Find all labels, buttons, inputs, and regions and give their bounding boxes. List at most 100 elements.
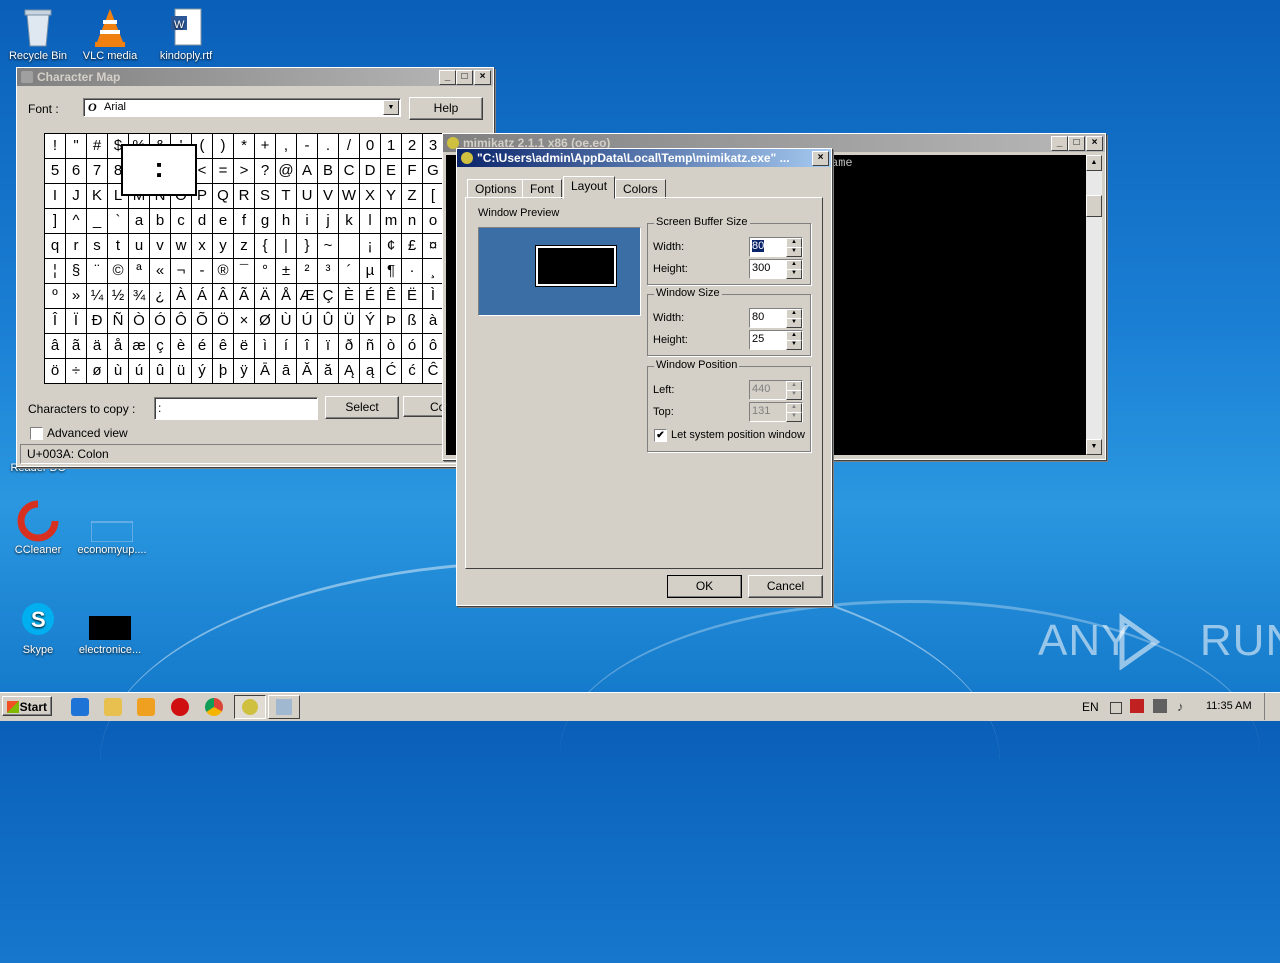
char-cell[interactable]: ÷ — [66, 359, 87, 384]
file-explorer-icon[interactable] — [104, 698, 122, 716]
char-cell[interactable]: v — [150, 234, 171, 259]
volume-icon[interactable]: ♪ — [1177, 699, 1191, 714]
char-cell[interactable]: x — [192, 234, 213, 259]
char-cell[interactable]: ¾ — [129, 284, 150, 309]
char-cell[interactable]: ã — [66, 334, 87, 359]
char-cell[interactable]: ā — [276, 359, 297, 384]
font-dropdown[interactable]: O Arial ▼ — [83, 98, 401, 117]
char-cell[interactable]: © — [108, 259, 129, 284]
cancel-button[interactable]: Cancel — [748, 575, 823, 598]
char-cell[interactable]: | — [276, 234, 297, 259]
char-cell[interactable]: d — [192, 209, 213, 234]
char-cell[interactable]: ¬ — [171, 259, 192, 284]
position-top-spinner[interactable]: 131 ▲ ▼ — [749, 402, 803, 422]
opera-icon[interactable] — [171, 698, 189, 716]
char-cell[interactable]: ć — [402, 359, 423, 384]
char-cell[interactable]: ð — [339, 334, 360, 359]
char-cell[interactable]: l — [360, 209, 381, 234]
char-cell[interactable]: * — [234, 134, 255, 159]
char-cell[interactable]: è — [171, 334, 192, 359]
char-cell[interactable]: í — [276, 334, 297, 359]
char-cell[interactable]: ý — [192, 359, 213, 384]
char-cell[interactable]: w — [171, 234, 192, 259]
char-cell[interactable]: A — [297, 159, 318, 184]
char-cell[interactable]: i — [297, 209, 318, 234]
chrome-icon[interactable] — [205, 698, 223, 716]
char-cell[interactable]: B — [318, 159, 339, 184]
close-button[interactable]: × — [474, 70, 491, 85]
char-cell[interactable]: § — [66, 259, 87, 284]
char-cell[interactable]: º — [45, 284, 66, 309]
spin-down-icon[interactable]: ▼ — [786, 340, 802, 350]
char-cell[interactable]: Ø — [255, 309, 276, 334]
tab-font[interactable]: Font — [522, 179, 563, 199]
char-cell[interactable]: , — [276, 134, 297, 159]
char-cell[interactable]: o — [423, 209, 444, 234]
char-cell[interactable]: K — [87, 184, 108, 209]
desktop-icon-skype[interactable]: S Skype — [0, 600, 76, 656]
char-cell[interactable]: à — [423, 309, 444, 334]
char-cell[interactable]: ï — [318, 334, 339, 359]
char-cell[interactable]: ø — [87, 359, 108, 384]
minimize-button[interactable]: _ — [1051, 136, 1068, 151]
properties-titlebar[interactable]: "C:\Users\admin\AppData\Local\Temp\mimik… — [457, 149, 831, 167]
desktop-icon-recycle-bin[interactable]: Recycle Bin — [0, 6, 76, 62]
char-cell[interactable]: D — [360, 159, 381, 184]
char-cell[interactable]: ¼ — [87, 284, 108, 309]
tray-show-hidden-icon[interactable] — [1110, 702, 1122, 714]
char-cell[interactable]: ă — [318, 359, 339, 384]
char-cell[interactable]: Æ — [297, 284, 318, 309]
char-cell[interactable]: þ — [213, 359, 234, 384]
taskbar-charmap-button[interactable] — [268, 695, 300, 719]
char-cell[interactable]: a — [129, 209, 150, 234]
char-cell[interactable]: Ã — [234, 284, 255, 309]
char-cell[interactable]: Ñ — [108, 309, 129, 334]
char-cell[interactable]: û — [150, 359, 171, 384]
char-cell[interactable]: 2 — [402, 134, 423, 159]
char-cell[interactable]: 0 — [360, 134, 381, 159]
char-cell[interactable]: ì — [255, 334, 276, 359]
char-cell[interactable]: r — [66, 234, 87, 259]
spin-down-icon[interactable]: ▼ — [786, 318, 802, 328]
chevron-down-icon[interactable]: ▼ — [383, 100, 399, 115]
char-cell[interactable]: ö — [45, 359, 66, 384]
char-cell[interactable]: # — [87, 134, 108, 159]
char-cell[interactable]: G — [423, 159, 444, 184]
select-button[interactable]: Select — [325, 396, 399, 419]
close-button[interactable]: × — [812, 151, 829, 166]
char-cell[interactable]: 6 — [66, 159, 87, 184]
char-cell[interactable]: Ă — [297, 359, 318, 384]
char-cell[interactable]: · — [402, 259, 423, 284]
char-cell[interactable]: ¯ — [234, 259, 255, 284]
char-cell[interactable]: t — [108, 234, 129, 259]
char-cell[interactable]: ñ — [360, 334, 381, 359]
char-cell[interactable]: ô — [423, 334, 444, 359]
char-cell[interactable]: Ð — [87, 309, 108, 334]
char-cell[interactable]: Ì — [423, 284, 444, 309]
buffer-width-spinner[interactable]: 80 ▲ ▼ — [749, 237, 803, 257]
char-cell[interactable]: W — [339, 184, 360, 209]
char-cell[interactable]: ê — [213, 334, 234, 359]
char-cell[interactable]: > — [234, 159, 255, 184]
char-cell[interactable]: Ó — [150, 309, 171, 334]
show-desktop-button[interactable] — [1264, 693, 1280, 720]
char-cell[interactable] — [339, 234, 360, 259]
char-cell[interactable]: e — [213, 209, 234, 234]
char-cell[interactable]: z — [234, 234, 255, 259]
char-cell[interactable]: k — [339, 209, 360, 234]
char-cell[interactable]: ^ — [66, 209, 87, 234]
char-cell[interactable]: Ê — [381, 284, 402, 309]
char-cell[interactable]: ë — [234, 334, 255, 359]
desktop-icon-vlc[interactable]: VLC media — [72, 6, 148, 62]
char-cell[interactable]: Þ — [381, 309, 402, 334]
char-cell[interactable]: é — [192, 334, 213, 359]
char-cell[interactable]: F — [402, 159, 423, 184]
char-cell[interactable]: X — [360, 184, 381, 209]
char-cell[interactable]: Õ — [192, 309, 213, 334]
char-cell[interactable]: È — [339, 284, 360, 309]
char-cell[interactable]: Ć — [381, 359, 402, 384]
char-cell[interactable]: g — [255, 209, 276, 234]
char-cell[interactable]: ª — [129, 259, 150, 284]
desktop-icon-rtf[interactable]: W kindoply.rtf — [148, 6, 224, 62]
char-cell[interactable]: ± — [276, 259, 297, 284]
